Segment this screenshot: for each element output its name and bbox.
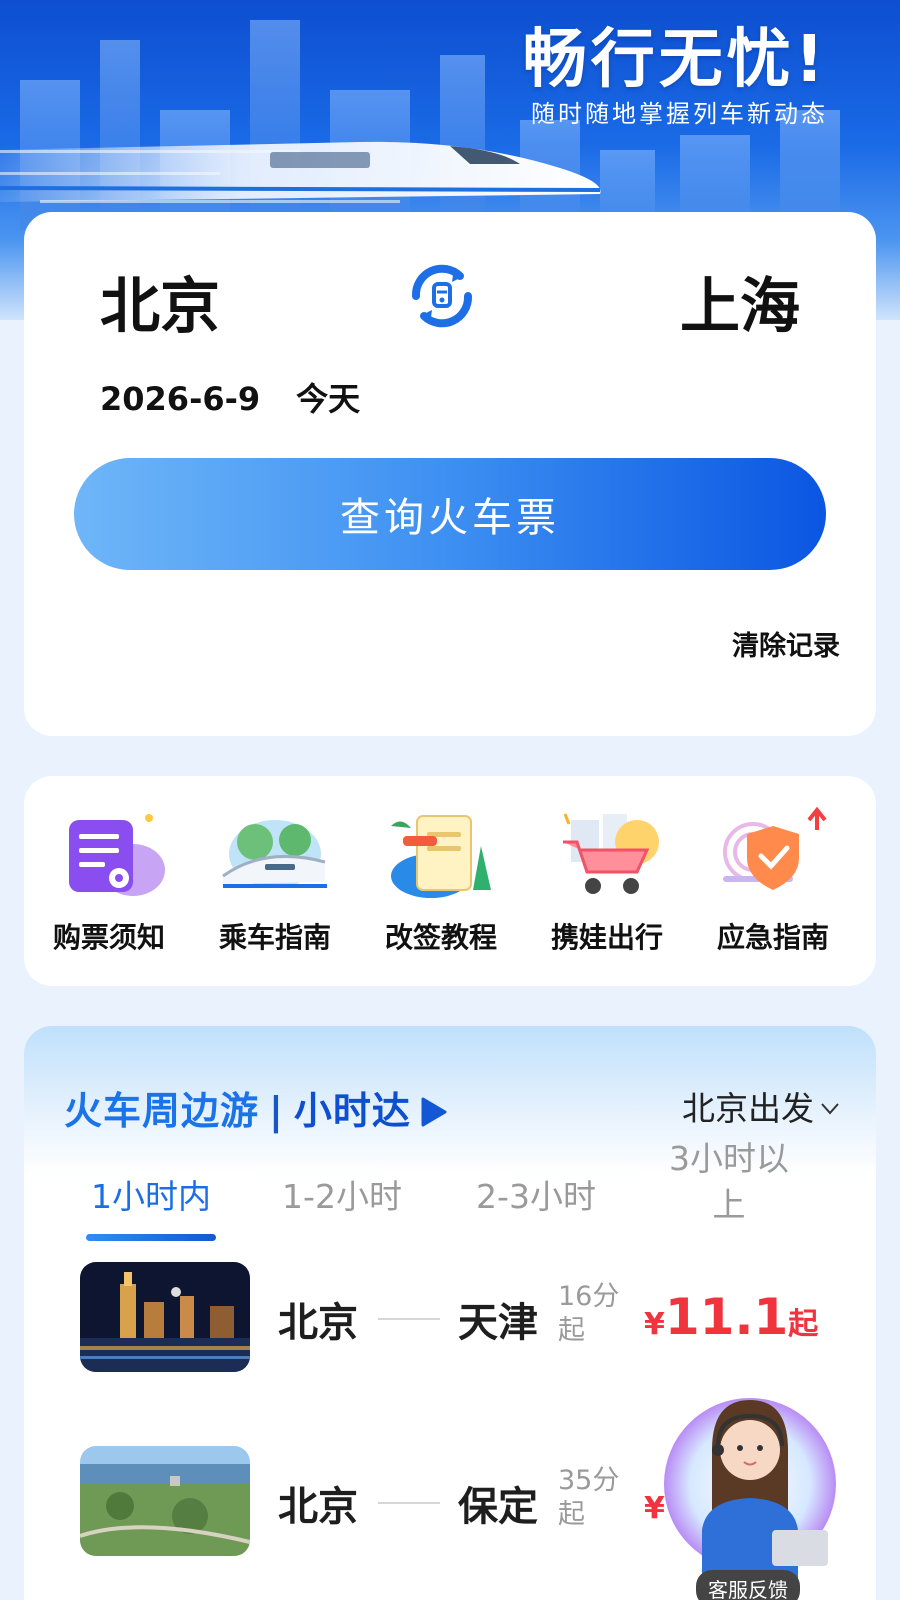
train-guide-icon <box>222 820 327 888</box>
tab-1-2h[interactable]: 1-2小时 <box>272 1170 412 1218</box>
date-value: 2026-6-9 <box>100 380 261 418</box>
route-from: 北京 <box>278 1484 358 1530</box>
price-currency: ¥ <box>644 1307 665 1342</box>
tool-label: 乘车指南 <box>218 921 331 954</box>
tool-emergency-guide[interactable]: 应急指南 <box>688 806 858 956</box>
tool-train-guide[interactable]: 乘车指南 <box>190 806 360 956</box>
emergency-shield-icon <box>723 806 827 890</box>
route-to: 保定 <box>458 1484 538 1530</box>
travel-section-title: 火车周边游 | 小时达 <box>64 1080 449 1135</box>
departure-city-select[interactable]: 北京出发 <box>682 1082 840 1130</box>
route-thumbnail <box>80 1262 250 1372</box>
service-feedback-label: 客服反馈 <box>696 1570 800 1600</box>
quick-tools-card: 购票须知 乘车指南 改签教程 携娃出行 应急指南 <box>24 776 876 986</box>
tool-label: 改签教程 <box>384 921 497 954</box>
service-agent-avatar-icon <box>664 1398 836 1580</box>
customer-service-widget[interactable]: 客服反馈 <box>662 1380 838 1600</box>
ticket-search-card: 北京 上海 2026-6-9 今天 查询火车票 清除记录 <box>24 212 876 736</box>
clear-history-link[interactable]: 清除记录 <box>732 624 840 663</box>
day-label: 今天 <box>296 380 361 418</box>
tool-ticket-notice[interactable]: 购票须知 <box>24 806 194 956</box>
route-item[interactable]: 北京 天津 16分起 ¥11.1起 <box>80 1262 840 1374</box>
search-tickets-button[interactable]: 查询火车票 <box>74 458 826 570</box>
high-speed-train-illustration <box>0 141 601 202</box>
play-icon <box>421 1097 447 1127</box>
tab-2-3h[interactable]: 2-3小时 <box>466 1170 606 1218</box>
active-tab-indicator <box>86 1234 216 1241</box>
tab-over-3h[interactable]: 3小时以上 <box>664 1136 794 1228</box>
hero-title: 畅行无忧! <box>522 23 828 97</box>
hero-subtitle: 随时随地掌握列车新动态 <box>531 100 828 128</box>
arrival-city[interactable]: 上海 <box>680 258 800 345</box>
departure-city[interactable]: 北京 <box>100 258 220 345</box>
route-connector <box>378 1318 440 1320</box>
tool-travel-with-kids[interactable]: 携娃出行 <box>522 806 692 956</box>
route-from: 北京 <box>278 1300 358 1346</box>
rebook-tutorial-icon <box>391 815 491 898</box>
tab-within-1h[interactable]: 1小时内 <box>86 1170 216 1218</box>
tool-label: 携娃出行 <box>550 921 663 954</box>
ticket-notice-icon <box>69 814 165 896</box>
route-duration: 35分起 <box>558 1465 620 1530</box>
price-value: 11.1 <box>664 1288 789 1346</box>
price-suffix: 起 <box>788 1307 819 1342</box>
chevron-down-icon <box>821 1103 839 1115</box>
route-to: 天津 <box>458 1300 538 1346</box>
route-duration: 16分起 <box>558 1281 620 1346</box>
travel-subtitle: 小时达 <box>293 1089 411 1133</box>
tool-label: 应急指南 <box>716 921 829 954</box>
stroller-icon <box>563 813 659 894</box>
swap-cities-icon[interactable] <box>402 256 482 336</box>
route-price: ¥11.1起 <box>644 1288 818 1346</box>
route-thumbnail <box>80 1446 250 1556</box>
travel-title: 火车周边游 <box>64 1089 260 1133</box>
tool-label: 购票须知 <box>52 921 165 954</box>
route-connector <box>378 1502 440 1504</box>
select-value: 北京出发 <box>682 1089 814 1128</box>
title-separator: | <box>269 1089 284 1133</box>
tool-rebook-tutorial[interactable]: 改签教程 <box>356 806 526 956</box>
departure-date-picker[interactable]: 2026-6-9 今天 <box>100 374 360 420</box>
